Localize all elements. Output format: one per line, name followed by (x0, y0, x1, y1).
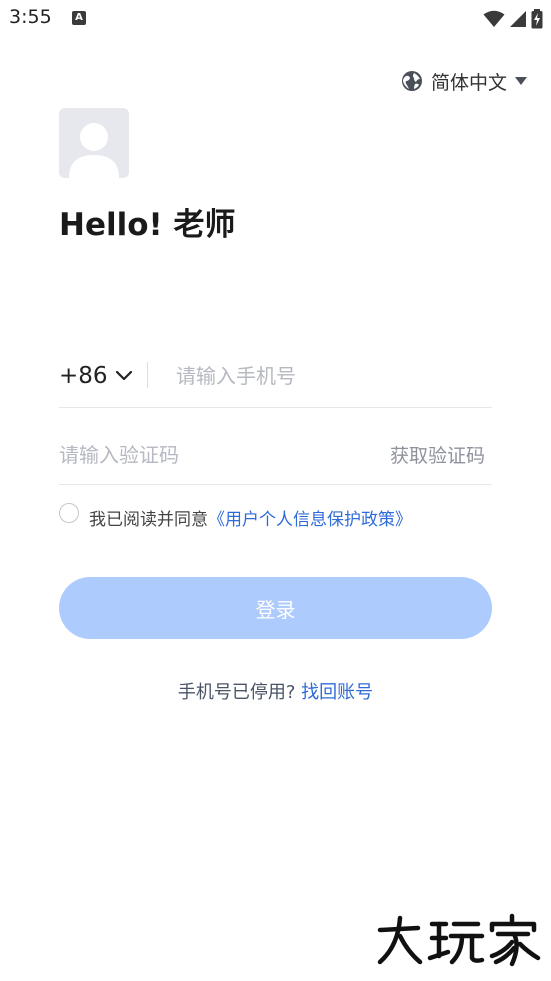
caret-down-icon (515, 77, 527, 85)
account-recovery-row: 手机号已停用? 找回账号 (0, 678, 551, 704)
battery-charging-icon (531, 9, 543, 29)
status-icons (483, 8, 543, 30)
language-selector[interactable]: 简体中文 (401, 66, 527, 96)
globe-icon (401, 71, 422, 91)
watermark-logo-image (377, 913, 541, 967)
agreement-label: 我已阅读并同意 (89, 510, 208, 530)
watermark-logo (374, 912, 544, 972)
verification-code-input[interactable] (59, 434, 359, 476)
phone-input[interactable] (160, 355, 506, 397)
privacy-policy-link[interactable]: 《用户个人信息保护政策》 (208, 510, 412, 530)
status-time: 3:55 (9, 6, 52, 28)
get-code-button[interactable]: 获取验证码 (390, 441, 485, 468)
login-button[interactable]: 登录 (59, 577, 492, 639)
avatar (59, 108, 129, 178)
phone-divider (147, 362, 148, 388)
greeting-title: Hello! 老师 (59, 207, 236, 243)
recover-account-link[interactable]: 找回账号 (301, 682, 373, 703)
app-notification-icon: A (72, 11, 86, 25)
wifi-icon (483, 10, 505, 27)
agreement-text: 我已阅读并同意《用户个人信息保护政策》 (89, 505, 412, 530)
country-code-selector[interactable]: +86 (59, 360, 132, 392)
user-silhouette-icon (69, 123, 119, 178)
phone-disabled-text: 手机号已停用? (177, 682, 296, 703)
country-code-label: +86 (59, 363, 108, 389)
phone-underline (59, 407, 492, 408)
chevron-down-icon (115, 371, 132, 381)
code-underline (59, 484, 492, 485)
language-label: 简体中文 (430, 71, 507, 94)
agreement-checkbox[interactable] (59, 503, 79, 523)
status-bar: 3:55 A (0, 0, 551, 40)
signal-icon (510, 11, 526, 27)
